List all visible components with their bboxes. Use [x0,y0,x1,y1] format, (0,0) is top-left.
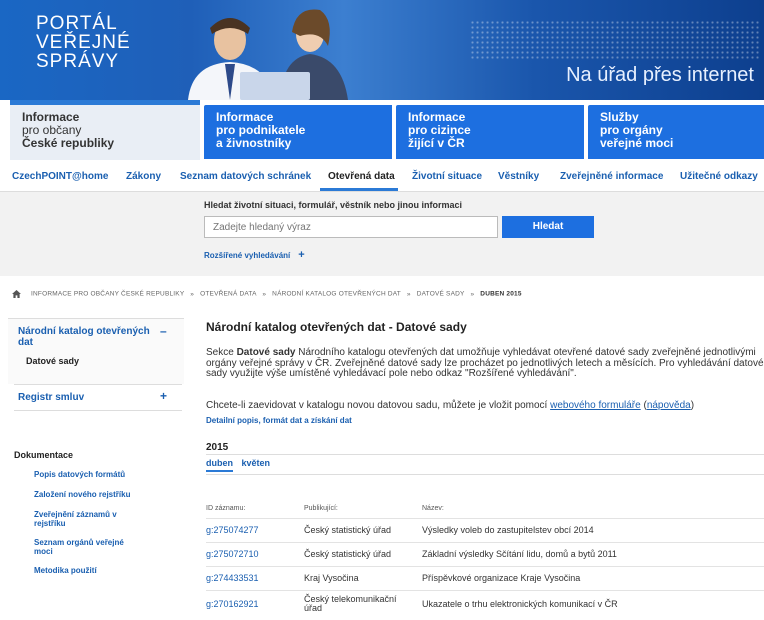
record-publisher: Kraj Vysočina [304,565,422,590]
banner-people-image [188,9,348,100]
record-publisher: Český statistický úřad [304,517,422,542]
divider [14,410,182,411]
nav-czechpoint[interactable]: CzechPOINT@home [12,171,108,182]
docs-link-publish-records[interactable]: Zveřejnění záznamů v rejstříku [34,510,164,528]
breadcrumb-item[interactable]: OTEVŘENÁ DATA [200,291,256,298]
docs-link-methodology[interactable]: Metodika použití [34,566,164,575]
column-header-publisher: Publikující: [304,505,338,513]
record-name: Příspěvkové organizace Kraje Vysočina [422,565,764,590]
breadcrumb-current: DUBEN 2015 [480,290,522,298]
home-icon[interactable] [12,290,21,298]
advanced-search-link[interactable]: Rozšířené vyhledávání + [204,249,305,261]
nav-active-indicator [320,188,398,191]
breadcrumb-item[interactable]: DATOVÉ SADY [417,291,465,298]
record-publisher: Český telekomunikační úřad [304,589,422,618]
tab-foreigners[interactable]: Informace pro cizince žijící v ČR [396,105,584,159]
table-row: g:275074277 Český statistický úřad Výsle… [206,517,764,542]
column-header-name: Název: [422,505,444,513]
page-title: Národní katalog otevřených dat - Datové … [206,320,467,334]
top-navigation: CzechPOINT@home Zákony Seznam datových s… [0,160,764,192]
records-table: ID záznamu: Publikující: Název: g:275074… [206,500,764,618]
banner-pattern [470,20,760,60]
record-id-link[interactable]: g:270162921 [206,589,304,618]
divider [206,474,764,475]
header-banner: PORTÁL VEŘEJNÉ SPRÁVY Na úřad přes inter… [0,0,764,100]
table-header-row: ID záznamu: Publikující: Název: [206,500,764,518]
sidebar-item-catalog[interactable]: Národní katalog otevřených dat [18,326,150,348]
month-tab-april[interactable]: duben [206,458,233,472]
docs-link-format-description[interactable]: Popis datových formátů [34,470,164,479]
search-input[interactable] [204,216,498,238]
help-link[interactable]: nápověda [647,400,691,411]
docs-title: Dokumentace [14,450,74,460]
search-label: Hledat životní situaci, formulář, věstní… [204,200,463,210]
docs-link-new-registry[interactable]: Založení nového rejstříku [34,490,164,499]
sidebar: Národní katalog otevřených dat – Datové … [0,312,185,620]
year-heading: 2015 [206,442,229,453]
tab-business[interactable]: Informace pro podnikatele a živnostníky [204,105,392,159]
column-header-id: ID záznamu: [206,505,246,513]
record-id-link[interactable]: g:275072710 [206,541,304,566]
portal-logo[interactable]: PORTÁL VEŘEJNÉ SPRÁVY [36,14,131,71]
search-button[interactable]: Hledat [502,216,594,238]
table-row: g:275072710 Český statistický úřad Zákla… [206,541,764,566]
nav-life-situations[interactable]: Životní situace [412,171,482,182]
record-id-link[interactable]: g:274433531 [206,565,304,590]
nav-laws[interactable]: Zákony [126,171,161,182]
record-name: Výsledky voleb do zastupitelstev obcí 20… [422,517,764,542]
search-panel: Hledat životní situaci, formulář, věstní… [0,192,764,276]
divider [14,384,182,385]
detail-description-link[interactable]: Detailní popis, formát dat a získání dat [206,416,352,425]
sidebar-item-datasets[interactable]: Datové sady [26,356,79,366]
nav-published-info[interactable]: Zveřejněné informace [560,171,663,182]
tab-citizens[interactable]: Informace pro občany České republiky [10,100,200,160]
collapse-icon[interactable]: – [160,324,167,338]
tab-public-authorities[interactable]: Služby pro orgány veřejné moci [588,105,764,159]
breadcrumb-item[interactable]: NÁRODNÍ KATALOG OTEVŘENÝCH DAT [272,291,401,298]
record-name: Základní výsledky Sčítání lidu, domů a b… [422,541,764,566]
nav-bulletins[interactable]: Věstníky [498,171,539,182]
audience-tabs: Informace pro občany České republiky Inf… [0,100,764,160]
record-publisher: Český statistický úřad [304,541,422,566]
intro-paragraph: Sekce Datové sady Národního katalogu ote… [206,347,764,379]
record-id-link[interactable]: g:275074277 [206,517,304,542]
breadcrumb: INFORMACE PRO OBČANY ČESKÉ REPUBLIKY » O… [12,290,762,298]
plus-icon: + [298,249,305,261]
table-row: g:274433531 Kraj Vysočina Příspěvkové or… [206,565,764,590]
month-tabs: duben květen [206,458,276,472]
banner-slogan: Na úřad přes internet [566,64,754,86]
breadcrumb-item[interactable]: INFORMACE PRO OBČANY ČESKÉ REPUBLIKY [31,291,184,298]
nav-open-data[interactable]: Otevřená data [328,171,395,182]
expand-icon[interactable]: + [160,389,167,403]
nav-data-boxes[interactable]: Seznam datových schránek [180,171,311,182]
record-name: Ukazatele o trhu elektronických komunika… [422,589,764,618]
table-row: g:270162921 Český telekomunikační úřad Uk… [206,589,764,618]
submit-paragraph: Chcete-li zaevidovat v katalogu novou da… [206,400,695,411]
main-content: Národní katalog otevřených dat - Datové … [196,312,764,620]
divider [206,454,764,455]
web-form-link[interactable]: webového formuláře [550,400,641,411]
nav-useful-links[interactable]: Užitečné odkazy [680,171,758,182]
docs-link-authorities-list[interactable]: Seznam orgánů veřejné moci [34,538,164,556]
sidebar-item-registry[interactable]: Registr smluv [18,392,84,403]
month-tab-may[interactable]: květen [242,458,271,468]
